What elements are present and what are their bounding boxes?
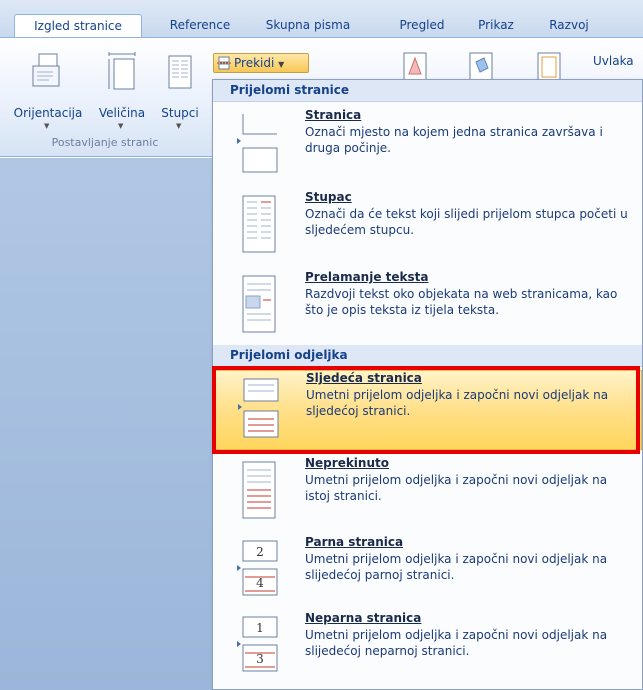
breaks-button[interactable]: Prekidi ▼ <box>213 53 309 73</box>
menu-item-page-break[interactable]: Stranica Označi mjesto na kojem jedna st… <box>213 108 642 184</box>
section-header-page-breaks: Prijelomi stranice <box>213 80 642 102</box>
even-page-icon: 2 4 <box>237 540 278 596</box>
menu-item-continuous[interactable]: Neprekinuto Umetni prijelom odjeljka i z… <box>213 456 642 532</box>
menu-item-odd-page[interactable]: 1 3 Neparna stranica Umetni prijelom odj… <box>213 611 642 687</box>
chevron-down-icon: ▼ <box>176 122 182 130</box>
menu-item-description: Umetni prijelom odjeljka i započni novi … <box>305 628 608 658</box>
section-header-section-breaks: Prijelomi odjeljka <box>213 345 642 367</box>
menu-item-title: Stranica <box>305 108 362 122</box>
tab-razvoj[interactable]: Razvoj <box>538 14 600 38</box>
menu-item-title: Prelamanje teksta <box>305 270 429 284</box>
svg-text:4: 4 <box>256 576 264 590</box>
menu-item-column-break[interactable]: Stupac Označi da će tekst koji slijedi p… <box>213 190 642 266</box>
columns-icon <box>168 55 192 89</box>
tab-skupna-pisma[interactable]: Skupna pisma <box>254 14 362 38</box>
tab-prikaz[interactable]: Prikaz <box>466 14 526 38</box>
svg-text:2: 2 <box>256 545 264 559</box>
menu-item-description: Umetni prijelom odjeljka i započni novi … <box>305 552 608 582</box>
menu-item-description: Razdvoji tekst oko objekata na web stran… <box>305 287 618 317</box>
chevron-down-icon: ▼ <box>118 122 124 130</box>
menu-item-title: Parna stranica <box>305 535 404 549</box>
orientation-icon <box>32 53 60 87</box>
chevron-down-icon: ▼ <box>278 60 285 69</box>
menu-item-description: Umetni prijelom odjeljka i započni novi … <box>305 473 608 503</box>
text-wrapping-icon <box>242 275 276 333</box>
tab-izgled-stranice[interactable]: Izgled stranice <box>14 14 142 38</box>
ribbon-tab-bar: Izgled stranice Reference Skupna pisma P… <box>0 0 643 38</box>
orientation-label: Orijentacija <box>13 106 83 120</box>
menu-item-text-wrapping[interactable]: Prelamanje teksta Razdvoji tekst oko obj… <box>213 270 642 346</box>
tab-reference[interactable]: Reference <box>160 14 240 38</box>
menu-item-even-page[interactable]: 2 4 Parna stranica Umetni prijelom odjel… <box>213 535 642 611</box>
breaks-label: Prekidi <box>234 56 275 70</box>
breaks-icon <box>217 56 231 70</box>
tab-pregled[interactable]: Pregled <box>390 14 454 38</box>
menu-item-description: Označi da će tekst koji slijedi prijelom… <box>305 207 628 237</box>
svg-text:1: 1 <box>256 621 264 635</box>
continuous-icon <box>242 461 276 519</box>
menu-item-title: Neprekinuto <box>305 456 389 470</box>
size-button[interactable]: Veličina ▼ <box>92 50 152 130</box>
indent-label: Uvlaka <box>593 54 634 68</box>
columns-label: Stupci <box>161 106 199 120</box>
page-size-icon <box>108 52 136 90</box>
chevron-down-icon: ▼ <box>44 122 50 130</box>
group-label-page-setup: Postavljanje stranic <box>51 136 159 149</box>
column-break-icon <box>242 195 276 253</box>
menu-item-title: Stupac <box>305 190 352 204</box>
odd-page-icon: 1 3 <box>237 616 278 672</box>
svg-text:3: 3 <box>256 652 264 666</box>
menu-item-description: Označi mjesto na kojem jedna stranica za… <box>305 125 603 155</box>
size-label: Veličina <box>98 106 146 120</box>
highlight-annotation-box <box>212 366 640 454</box>
columns-button[interactable]: Stupci ▼ <box>152 50 208 130</box>
orientation-button[interactable]: Orijentacija ▼ <box>4 50 92 130</box>
menu-item-title: Neparna stranica <box>305 611 422 625</box>
page-break-icon <box>237 114 278 173</box>
